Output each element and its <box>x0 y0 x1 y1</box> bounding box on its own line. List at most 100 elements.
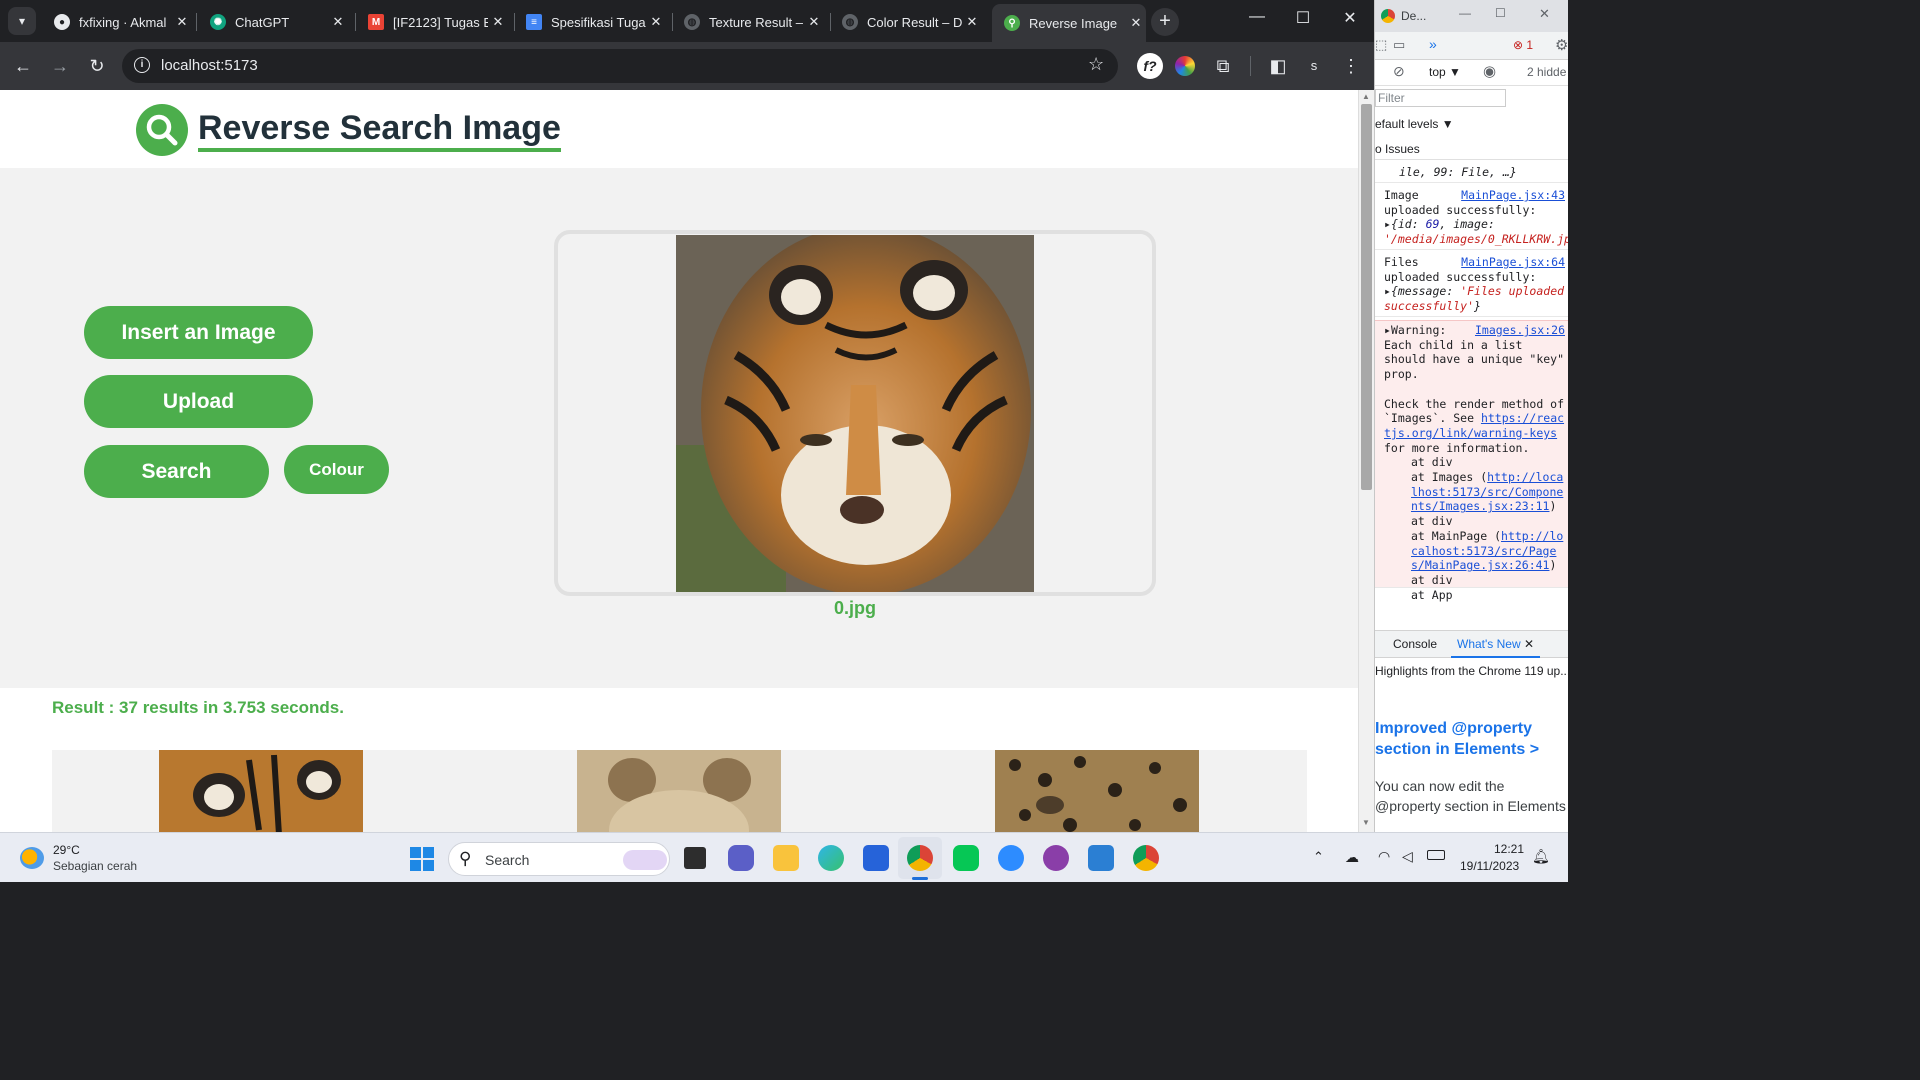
insert-image-button[interactable]: Insert an Image <box>84 306 313 359</box>
expand-triangle-icon[interactable]: ▸ <box>1384 284 1391 298</box>
scroll-down-arrow-icon[interactable]: ▼ <box>1362 818 1370 827</box>
close-tab-icon[interactable]: ✕ <box>646 14 666 30</box>
site-info-icon[interactable]: i <box>134 57 150 73</box>
profile-avatar[interactable]: s <box>1302 54 1326 78</box>
page-content: Reverse Search Image Insert an Image Upl… <box>0 90 1358 832</box>
reload-icon[interactable]: ↻ <box>85 54 109 78</box>
issues-link[interactable]: o Issues <box>1375 142 1420 156</box>
live-expression-eye-icon[interactable]: ◉ <box>1483 62 1496 80</box>
close-tab-icon[interactable]: ✕ <box>962 14 982 30</box>
back-arrow-icon[interactable]: ← <box>11 54 35 78</box>
result-image-tiger[interactable] <box>159 750 363 832</box>
device-toolbar-icon[interactable]: ▭ <box>1393 37 1405 53</box>
vscode-icon[interactable] <box>1088 845 1114 871</box>
results-grid <box>52 750 1307 832</box>
close-tab-icon[interactable]: ✕ <box>804 14 824 30</box>
color-picker-extension-icon[interactable] <box>1175 56 1195 76</box>
devtools-close-button[interactable]: ✕ <box>1539 6 1550 22</box>
teams-chat-icon[interactable] <box>728 845 754 871</box>
chrome-icon[interactable] <box>907 845 933 871</box>
close-tab-icon[interactable]: ✕ <box>488 14 508 30</box>
tray-overflow-chevron-icon[interactable]: ⌃ <box>1313 849 1324 865</box>
side-panel-icon[interactable]: ◧ <box>1266 54 1290 78</box>
extensions-puzzle-icon[interactable]: ⧉ <box>1211 54 1235 78</box>
scrollbar-thumb[interactable] <box>1361 104 1372 490</box>
close-tab-icon[interactable]: ✕ <box>1126 15 1146 31</box>
close-icon[interactable]: ✕ <box>1524 637 1534 651</box>
tab-chatgpt[interactable]: ✺ ChatGPT ✕ <box>198 6 348 38</box>
kebab-menu-icon[interactable]: ⋮ <box>1339 54 1363 78</box>
chevron-down-icon: ▼ <box>1441 117 1454 131</box>
zoom-app-icon[interactable] <box>998 845 1024 871</box>
edge-browser-icon[interactable] <box>818 845 844 871</box>
result-image-lion[interactable] <box>577 750 781 832</box>
query-file-name: 0.jpg <box>833 598 876 618</box>
weather-widget[interactable]: 29°C Sebagian cerah <box>16 841 156 877</box>
tab-fxfixing[interactable]: ● fxfixing · Akmal ✕ <box>42 6 192 38</box>
microsoft-store-icon[interactable] <box>863 845 889 871</box>
whats-new-title[interactable]: Improved @property section in Elements >… <box>1375 718 1568 760</box>
drawer-tab-whats-new[interactable]: What's New ✕ <box>1451 631 1541 658</box>
tab-search-button[interactable]: ▾ <box>8 7 36 35</box>
wifi-icon[interactable]: ◠ <box>1378 848 1390 865</box>
upload-button[interactable]: Upload <box>84 375 313 428</box>
windows-start-icon[interactable] <box>410 847 434 871</box>
log-object[interactable]: {id: 69, image: '/media/images/0_RKLLKRW… <box>1384 217 1568 246</box>
console-divider <box>1375 159 1568 160</box>
context-selector[interactable]: top ▼ <box>1429 65 1461 79</box>
error-count-badge[interactable]: ⊗ 1 <box>1513 38 1533 52</box>
log-levels-dropdown[interactable]: efault levels ▼ <box>1375 117 1454 131</box>
log-source-link[interactable]: MainPage.jsx:64 <box>1461 255 1565 270</box>
devtools-settings-gear-icon[interactable]: ⚙ <box>1555 36 1568 54</box>
tab-reverse-image[interactable]: ⚲ Reverse Image ✕ <box>992 4 1146 42</box>
task-view-icon[interactable] <box>684 847 706 869</box>
volume-icon[interactable]: ◁ <box>1402 848 1413 865</box>
result-image-leopard[interactable] <box>995 750 1199 832</box>
stack-frame-close: ) <box>1549 558 1557 573</box>
forward-arrow-icon[interactable]: → <box>48 54 72 78</box>
line-app-icon[interactable] <box>953 845 979 871</box>
inspect-element-icon[interactable]: ⬚ <box>1375 37 1387 53</box>
console-filter-input[interactable]: Filter <box>1375 89 1506 107</box>
devtools-minimize-button[interactable]: — <box>1459 6 1471 20</box>
notification-bell-icon[interactable]: 🔔︎ <box>1532 848 1550 865</box>
expand-triangle-icon[interactable]: ▸ <box>1384 323 1391 337</box>
chrome-second-window-icon[interactable] <box>1133 845 1159 871</box>
close-tab-icon[interactable]: ✕ <box>172 14 192 30</box>
new-tab-button[interactable]: + <box>1151 8 1179 36</box>
console-log-entry: MainPage.jsx:43 Image uploaded successfu… <box>1375 186 1568 250</box>
taskbar-search-box[interactable]: ⚲ Search <box>448 842 670 876</box>
warning-source-link[interactable]: Images.jsx:26 <box>1475 323 1565 338</box>
file-explorer-icon[interactable] <box>773 845 799 871</box>
minimize-button[interactable]: — <box>1237 8 1277 26</box>
tab-color-result[interactable]: ◍ Color Result – D ✕ <box>830 6 982 38</box>
tab-google-docs[interactable]: ≡ Spesifikasi Tuga ✕ <box>514 6 666 38</box>
clear-console-icon[interactable]: ⊘ <box>1393 63 1405 80</box>
more-tabs-icon[interactable]: » <box>1429 36 1437 52</box>
expand-triangle-icon[interactable]: ▸ <box>1384 217 1391 231</box>
drawer-tab-console[interactable]: Console <box>1393 637 1437 651</box>
clock-date[interactable]: 19/11/2023 <box>1460 859 1519 873</box>
tab-texture-result[interactable]: ◍ Texture Result – ✕ <box>672 6 824 38</box>
tab-title: Reverse Image <box>1029 15 1118 31</box>
colour-toggle-button[interactable]: Colour <box>284 445 389 494</box>
fonts-extension-icon[interactable]: f? <box>1137 53 1163 79</box>
devtools-maximize-button[interactable]: ☐ <box>1495 6 1506 20</box>
page-scrollbar[interactable]: ▲ ▼ <box>1358 90 1374 832</box>
close-tab-icon[interactable]: ✕ <box>328 14 348 30</box>
clock-time[interactable]: 12:21 <box>1494 842 1524 856</box>
search-button[interactable]: Search <box>84 445 269 498</box>
close-window-button[interactable]: ✕ <box>1330 8 1370 28</box>
bookmark-star-icon[interactable]: ☆ <box>1088 54 1104 75</box>
log-source-link[interactable]: MainPage.jsx:43 <box>1461 188 1565 203</box>
tab-gmail[interactable]: M [IF2123] Tugas B ✕ <box>356 6 508 38</box>
log-object[interactable]: {message: 'Files uploaded successfully'} <box>1384 284 1564 313</box>
scroll-up-arrow-icon[interactable]: ▲ <box>1362 92 1370 101</box>
weather-sun-cloud-icon <box>20 847 44 869</box>
maximize-button[interactable]: ☐ <box>1283 8 1323 28</box>
onedrive-sync-icon[interactable]: ☁ <box>1345 849 1359 866</box>
address-bar[interactable]: i localhost:5173 ☆ <box>122 49 1118 83</box>
github-desktop-icon[interactable] <box>1043 845 1069 871</box>
devtools-titlebar: De... — ☐ ✕ <box>1375 0 1568 32</box>
battery-icon[interactable] <box>1427 850 1445 860</box>
